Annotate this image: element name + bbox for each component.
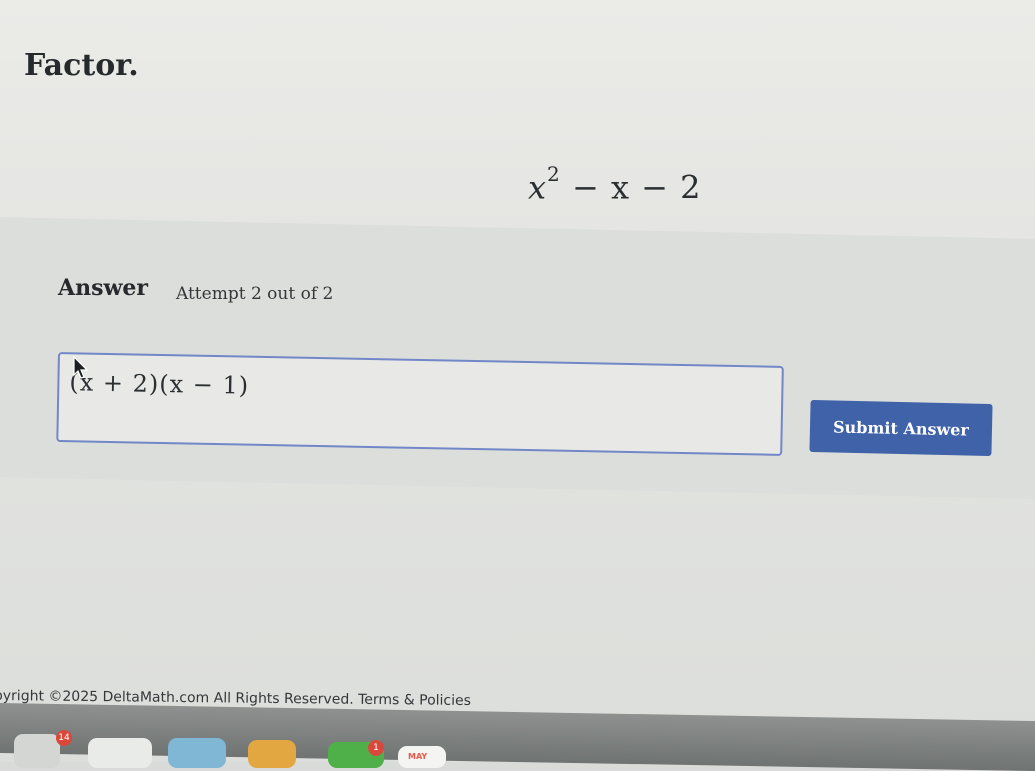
question-title: Factor. bbox=[24, 48, 139, 83]
expression-variable: x bbox=[528, 168, 548, 207]
submit-answer-button[interactable]: Submit Answer bbox=[809, 399, 993, 457]
expression-exponent: 2 bbox=[547, 162, 561, 186]
dock-notification-badge: 14 bbox=[56, 730, 72, 746]
expression-rest: − x − 2 bbox=[560, 168, 702, 207]
answer-input[interactable]: (x + 2)(x − 1) bbox=[56, 352, 784, 456]
answer-input-value: (x + 2)(x − 1) bbox=[69, 368, 250, 400]
dock-notification-badge: 1 bbox=[368, 740, 384, 756]
dock-app-icon[interactable] bbox=[88, 738, 152, 768]
problem-expression: x2 − x − 2 bbox=[528, 162, 702, 207]
attempt-counter: Attempt 2 out of 2 bbox=[176, 284, 334, 304]
dock-app-icon[interactable] bbox=[248, 740, 296, 768]
dock-app-icon[interactable] bbox=[168, 738, 226, 768]
mouse-pointer-icon bbox=[73, 356, 89, 379]
dock-app-icon[interactable] bbox=[14, 734, 60, 768]
calendar-month-label: MAY bbox=[408, 752, 428, 761]
answer-heading: Answer bbox=[58, 275, 148, 301]
